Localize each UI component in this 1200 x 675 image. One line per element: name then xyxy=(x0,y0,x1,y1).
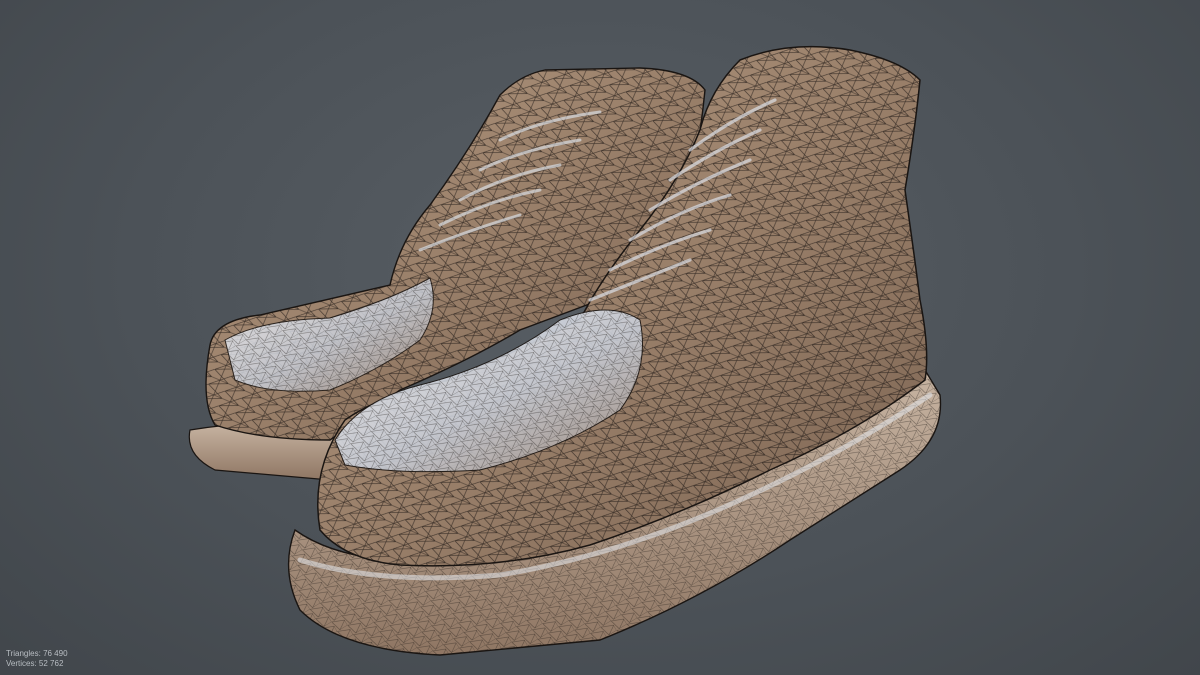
vertices-label: Vertices: xyxy=(6,659,37,668)
mesh-stats: Triangles: 76 490 Vertices: 52 762 xyxy=(6,649,68,669)
triangles-value: 76 490 xyxy=(43,649,68,658)
boots-wireframe-model[interactable] xyxy=(0,0,1200,675)
vertices-stat: Vertices: 52 762 xyxy=(6,659,68,669)
3d-viewport[interactable]: Triangles: 76 490 Vertices: 52 762 xyxy=(0,0,1200,675)
vertices-value: 52 762 xyxy=(38,659,64,668)
triangles-label: Triangles: xyxy=(6,649,41,658)
triangles-stat: Triangles: 76 490 xyxy=(6,649,68,659)
